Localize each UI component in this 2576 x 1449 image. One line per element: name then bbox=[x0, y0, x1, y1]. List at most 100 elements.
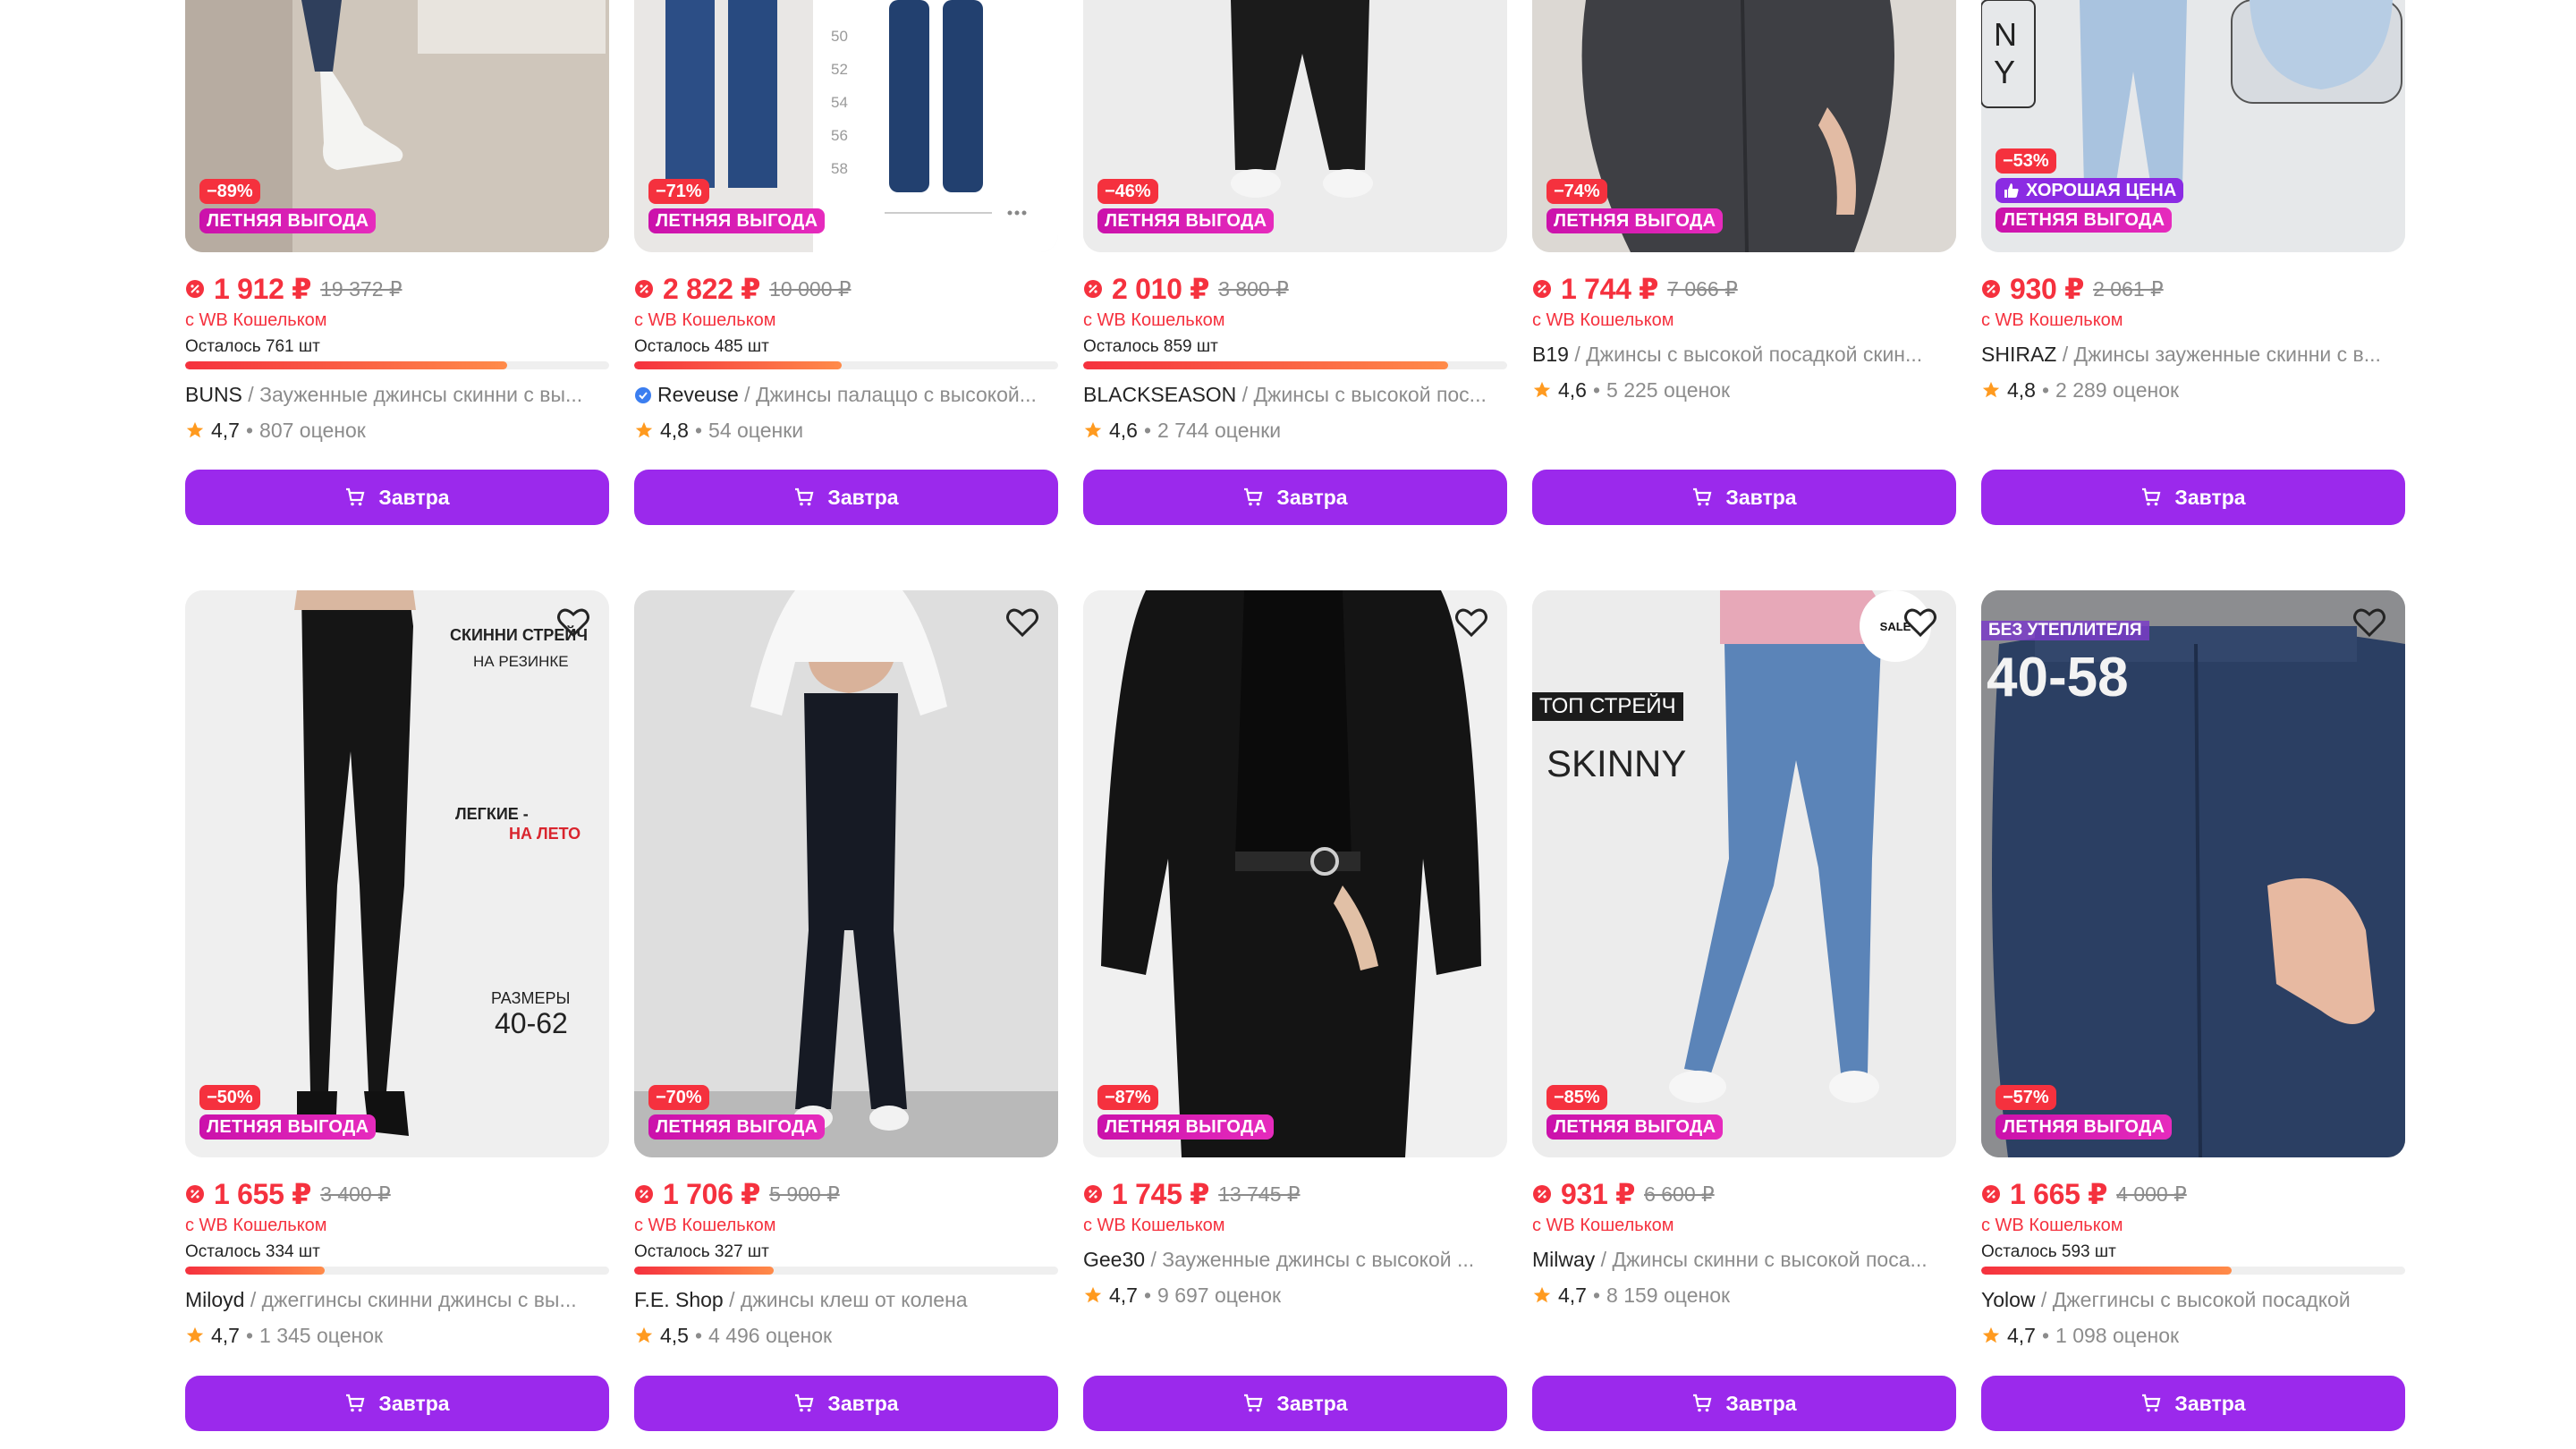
product-title[interactable]: Milway / Джинсы скинни с высокой поса... bbox=[1532, 1245, 1956, 1274]
stock-label: Осталось 761 шт bbox=[185, 337, 320, 356]
product-title[interactable]: BLACKSEASON / Джинсы с высокой пос... bbox=[1083, 380, 1507, 409]
price-line: 1 744 ₽ 7 066 ₽ bbox=[1532, 272, 1956, 306]
promo-badge: ЛЕТНЯЯ ВЫГОДА bbox=[1546, 208, 1724, 233]
stock-bar bbox=[185, 1267, 609, 1275]
photo-letters: N Y bbox=[1994, 16, 2017, 90]
separator-dot: • bbox=[2041, 377, 2050, 402]
product-name: / джеггинсы скинни джинсы с вы... bbox=[244, 1288, 577, 1311]
wallet-label: с WB Кошельком bbox=[1981, 1216, 2123, 1235]
product-title[interactable]: SHIRAZ / Джинсы зауженные скинни с в... bbox=[1981, 340, 2405, 369]
cart-icon bbox=[795, 1394, 814, 1412]
wallet-label: с WB Кошельком bbox=[1532, 310, 1674, 330]
product-title[interactable]: Reveuse / Джинсы палаццо с высокой... bbox=[634, 380, 1058, 409]
product-title[interactable]: F.E. Shop / джинсы клеш от колена bbox=[634, 1285, 1058, 1314]
product-title[interactable]: BUNS / Зауженные джинсы скинни с вы... bbox=[185, 380, 609, 409]
promo-badge: ЛЕТНЯЯ ВЫГОДА bbox=[1996, 1114, 2173, 1140]
product-title[interactable]: Gee30 / Зауженные джинсы с высокой ... bbox=[1083, 1245, 1507, 1274]
product-card[interactable]: −89% ЛЕТНЯЯ ВЫГОДА 1 912 ₽ 19 372 ₽ с WB… bbox=[185, 0, 609, 537]
product-card[interactable]: −46% ЛЕТНЯЯ ВЫГОДА 2 010 ₽ 3 800 ₽ с WB … bbox=[1083, 0, 1507, 537]
product-photo[interactable] bbox=[1083, 590, 1507, 1157]
review-count: 1 098 оценок bbox=[2055, 1323, 2180, 1347]
product-card[interactable]: БЕЗ УТЕПЛИТЕЛЯ 40-58 −57% ЛЕТНЯЯ ВЫГОДА … bbox=[1981, 590, 2405, 1436]
discount-badge: −89% bbox=[199, 179, 260, 204]
photo-illustration bbox=[634, 590, 1058, 1157]
old-price: 13 745 ₽ bbox=[1218, 1182, 1301, 1206]
product-photo[interactable]: ТОП СТРЕЙЧ SKINNY SALE bbox=[1532, 590, 1956, 1157]
rating-line: 4,7 • 1 345 оценок bbox=[185, 1321, 609, 1350]
heart-icon[interactable] bbox=[1452, 603, 1491, 642]
discount-badge: −53% bbox=[1996, 148, 2056, 174]
promo-badge: ЛЕТНЯЯ ВЫГОДА bbox=[199, 208, 377, 233]
discount-badge: −46% bbox=[1097, 179, 1158, 204]
product-card[interactable]: N Y −53% ХОРОШАЯ ЦЕНА ЛЕТНЯЯ ВЫГОДА 930 … bbox=[1981, 0, 2405, 537]
promo-badge: ЛЕТНЯЯ ВЫГОДА bbox=[1996, 208, 2173, 233]
product-card[interactable]: ТОП СТРЕЙЧ SKINNY SALE −85% ЛЕТНЯЯ ВЫГОД… bbox=[1532, 590, 1956, 1436]
star-icon bbox=[635, 1326, 653, 1343]
product-name: / Джинсы с высокой пос... bbox=[1236, 383, 1487, 406]
wallet-discount-icon bbox=[635, 280, 653, 298]
cart-button-label: Завтра bbox=[2174, 1391, 2246, 1415]
photo-illustration bbox=[1532, 590, 1956, 1157]
heart-icon[interactable] bbox=[1003, 603, 1042, 642]
stock-bar bbox=[634, 1267, 1058, 1275]
product-photo[interactable] bbox=[634, 590, 1058, 1157]
add-to-cart-button[interactable]: Завтра bbox=[634, 1376, 1058, 1431]
price: 931 ₽ bbox=[1561, 1178, 1636, 1210]
stock-label: Осталось 593 шт bbox=[1981, 1242, 2116, 1261]
add-to-cart-button[interactable]: Завтра bbox=[185, 470, 609, 525]
badge-stack: −89% ЛЕТНЯЯ ВЫГОДА bbox=[199, 179, 377, 233]
stock-fill bbox=[634, 1267, 775, 1275]
heart-icon[interactable] bbox=[554, 603, 593, 642]
product-card[interactable]: СКИННИ СТРЕЙЧ НА РЕЗИНКЕ ЛЕГКИЕ - НА ЛЕТ… bbox=[185, 590, 609, 1436]
add-to-cart-button[interactable]: Завтра bbox=[1981, 470, 2405, 525]
brand-name: Reveuse bbox=[657, 383, 739, 406]
badge-stack: −70% ЛЕТНЯЯ ВЫГОДА bbox=[648, 1085, 826, 1140]
stock-fill bbox=[634, 361, 843, 369]
cart-button-label: Завтра bbox=[827, 485, 899, 509]
product-photo[interactable]: БЕЗ УТЕПЛИТЕЛЯ 40-58 bbox=[1981, 590, 2405, 1157]
product-title[interactable]: Miloyd / джеггинсы скинни джинсы с вы... bbox=[185, 1285, 609, 1314]
product-row-1: −89% ЛЕТНЯЯ ВЫГОДА 1 912 ₽ 19 372 ₽ с WB… bbox=[185, 0, 2405, 537]
badge-stack: −53% ХОРОШАЯ ЦЕНА ЛЕТНЯЯ ВЫГОДА bbox=[1996, 148, 2184, 233]
add-to-cart-button[interactable]: Завтра bbox=[185, 1376, 609, 1431]
product-photo[interactable]: СКИННИ СТРЕЙЧ НА РЕЗИНКЕ ЛЕГКИЕ - НА ЛЕТ… bbox=[185, 590, 609, 1157]
brand-name: SHIRAZ bbox=[1981, 343, 2057, 366]
badge-stack: −87% ЛЕТНЯЯ ВЫГОДА bbox=[1097, 1085, 1275, 1140]
wallet-label: с WB Кошельком bbox=[185, 1216, 327, 1235]
cart-button-wrap: Завтра bbox=[1083, 470, 1507, 525]
brand-name: Milway bbox=[1532, 1248, 1596, 1271]
rating-line: 4,6 • 5 225 оценок bbox=[1532, 376, 1956, 404]
product-title[interactable]: B19 / Джинсы с высокой посадкой скин... bbox=[1532, 340, 1956, 369]
add-to-cart-button[interactable]: Завтра bbox=[1532, 1376, 1956, 1431]
wallet-label: с WB Кошельком bbox=[1532, 1216, 1674, 1235]
separator-dot: • bbox=[1143, 418, 1152, 442]
badge-stack: −74% ЛЕТНЯЯ ВЫГОДА bbox=[1546, 179, 1724, 233]
rating-value: 4,7 bbox=[211, 418, 240, 442]
add-to-cart-button[interactable]: Завтра bbox=[1083, 1376, 1507, 1431]
add-to-cart-button[interactable]: Завтра bbox=[634, 470, 1058, 525]
old-price: 7 066 ₽ bbox=[1667, 276, 1738, 301]
overlay-line-2: 40-58 bbox=[1987, 647, 2129, 708]
heart-icon[interactable] bbox=[2350, 603, 2389, 642]
cart-button-label: Завтра bbox=[1725, 1391, 1797, 1415]
add-to-cart-button[interactable]: Завтра bbox=[1083, 470, 1507, 525]
product-title[interactable]: Yolow / Джеггинсы с высокой посадкой bbox=[1981, 1285, 2405, 1314]
product-card[interactable]: −87% ЛЕТНЯЯ ВЫГОДА 1 745 ₽ 13 745 ₽ с WB… bbox=[1083, 590, 1507, 1436]
product-row-2: СКИННИ СТРЕЙЧ НА РЕЗИНКЕ ЛЕГКИЕ - НА ЛЕТ… bbox=[185, 590, 2405, 1436]
price-line: 2 010 ₽ 3 800 ₽ bbox=[1083, 272, 1507, 306]
wallet-discount-icon bbox=[1982, 280, 2000, 298]
cart-button-wrap: Завтра bbox=[1981, 1376, 2405, 1431]
overlay-label-box: БЕЗ УТЕПЛИТЕЛЯ bbox=[1981, 621, 2149, 640]
product-card[interactable]: −74% ЛЕТНЯЯ ВЫГОДА 1 744 ₽ 7 066 ₽ с WB … bbox=[1532, 0, 1956, 537]
wallet-discount-icon bbox=[1533, 280, 1551, 298]
stock-fill bbox=[185, 361, 508, 369]
star-icon bbox=[1084, 421, 1102, 438]
heart-icon[interactable] bbox=[1901, 603, 1940, 642]
product-card[interactable]: −70% ЛЕТНЯЯ ВЫГОДА 1 706 ₽ 5 900 ₽ с WB … bbox=[634, 590, 1058, 1436]
product-card[interactable]: 50 52 54 56 58 −71% ЛЕТНЯЯ ВЫГОДА 2 822 … bbox=[634, 0, 1058, 537]
rating-value: 4,7 bbox=[1558, 1283, 1587, 1307]
add-to-cart-button[interactable]: Завтра bbox=[1981, 1376, 2405, 1431]
add-to-cart-button[interactable]: Завтра bbox=[1532, 470, 1956, 525]
wallet-discount-icon bbox=[635, 1185, 653, 1203]
wallet-label: с WB Кошельком bbox=[1083, 310, 1225, 330]
